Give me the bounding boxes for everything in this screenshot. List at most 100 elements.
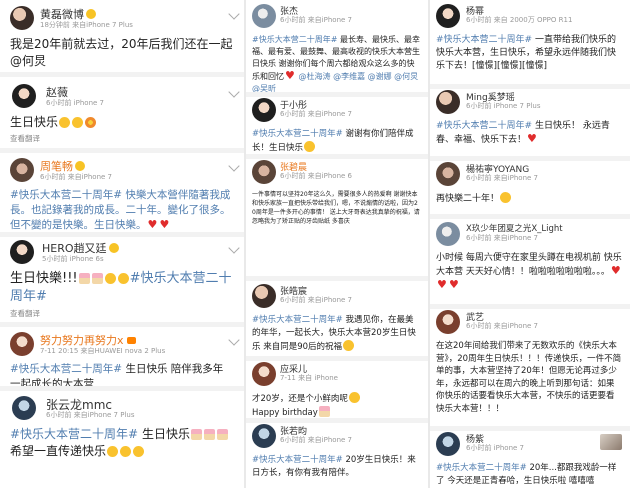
avatar[interactable] <box>252 424 276 448</box>
post-meta: 6小时前 来自iPhone 7 <box>466 234 538 242</box>
weibo-post[interactable]: 张云龙mmc 6小时前 来自iPhone 7 Plus #快乐大本营二十周年# … <box>0 394 244 460</box>
heart-icon <box>527 133 537 144</box>
weibo-post[interactable]: 张碧晨 6小时前 来自iPhone 6 一件事情可以坚持20年这么久，需要很多人… <box>246 158 428 226</box>
post-meta: 6小时前 来自iPhone 7 <box>466 174 538 182</box>
post-text: #快乐大本营二十周年# 谢谢有你们陪伴成长！生日快乐 <box>252 129 414 153</box>
divider <box>0 232 244 237</box>
verified-badge-icon <box>108 243 119 253</box>
post-meta: 6小时前 来自iPhone 7 <box>280 436 352 444</box>
cake-icon <box>216 429 228 440</box>
avatar[interactable] <box>252 284 276 308</box>
post-text: 才20岁，还是个小鲜肉呢 Happy birthday <box>246 390 428 420</box>
avatar[interactable] <box>12 396 36 420</box>
avatar[interactable] <box>10 240 34 264</box>
weibo-post[interactable]: 张杰 6小时前 来自iPhone 7 #快乐大本营二十周年# 最长寿、最快乐、最… <box>246 2 428 95</box>
post-text: 生日快樂!!! #快乐大本营二十周年# <box>10 271 232 304</box>
post-meta: 6小时前 来自iPhone 7 <box>280 296 352 304</box>
avatar[interactable] <box>436 432 460 456</box>
post-meta: 7-11 20:15 来自HUAWEI nova 2 Plus <box>40 347 166 355</box>
post-meta: 6小时前 来自iPhone 7 <box>40 173 112 181</box>
chevron-down-icon[interactable] <box>228 86 240 98</box>
avatar[interactable] <box>436 310 460 334</box>
weibo-post[interactable]: 黄磊微博 18分钟前 来自iPhone 7 Plus 我是20年前就去过，20年… <box>0 4 244 70</box>
post-meta: 6小时前 iPhone 7 <box>46 99 104 107</box>
divider <box>430 214 630 219</box>
weibo-post[interactable]: 杨紫 6小时前 iPhone 7 #快乐大本营二十周年# 20年...都跟我戏龄… <box>430 430 630 487</box>
translate-link[interactable]: 查看翻译 <box>0 306 244 319</box>
cake-icon <box>78 273 90 284</box>
post-meta: 6小时前 来自 2000万 OPPO R11 <box>466 16 573 24</box>
chevron-down-icon[interactable] <box>228 242 240 254</box>
post-meta: 6小时前 来自iPhone 7 <box>466 322 538 330</box>
weibo-post[interactable]: 努力努力再努力x 7-11 20:15 来自HUAWEI nova 2 Plus… <box>0 330 244 392</box>
cake-icon <box>91 273 103 284</box>
post-meta: 6小时前 iPhone 7 <box>466 444 524 452</box>
heart-icon <box>285 70 295 81</box>
avatar[interactable] <box>436 90 460 114</box>
weibo-post[interactable]: 张皓宸 6小时前 来自iPhone 7 #快乐大本营二十周年# 我遇见你，在最美… <box>246 282 428 354</box>
avatar[interactable] <box>10 6 34 30</box>
image-thumbnail[interactable] <box>600 434 622 450</box>
post-meta: 6小时前 来自iPhone 7 <box>280 110 352 118</box>
emoji-icon <box>304 141 316 152</box>
chevron-down-icon[interactable] <box>228 8 240 20</box>
weibo-post[interactable]: HERO趙又廷 5小时前 iPhone 6s 生日快樂!!! #快乐大本营二十周年… <box>0 238 244 319</box>
translate-link[interactable]: 查看翻译 <box>0 131 244 144</box>
divider <box>0 72 244 77</box>
emoji-icon <box>120 446 132 457</box>
cake-icon <box>203 429 215 440</box>
emoji-icon <box>59 117 71 128</box>
post-text: 再快樂二十年！ <box>430 190 630 206</box>
post-meta: 18分钟前 来自iPhone 7 Plus <box>40 21 133 29</box>
avatar[interactable] <box>10 158 34 182</box>
heart-icon <box>437 279 447 290</box>
chevron-down-icon[interactable] <box>228 334 240 346</box>
divider <box>0 322 244 327</box>
weibo-post[interactable]: 楊祐寧YOYANG 6小时前 来自iPhone 7 再快樂二十年！ <box>430 160 630 206</box>
avatar[interactable] <box>252 98 276 122</box>
post-text: #快乐大本营二十周年# 生日快乐！ 永远青春、幸福、快乐下去！ <box>430 118 630 147</box>
weibo-post[interactable]: X玖少年团夏之光X_Light 6小时前 来自iPhone 7 小时候 每周六便… <box>430 220 630 293</box>
weibo-post[interactable]: 应采儿 7-11 来自 iPhone 才20岁，还是个小鲜肉呢 Happy bir… <box>246 360 428 420</box>
divider <box>0 386 244 391</box>
emoji-icon <box>500 192 512 203</box>
post-text: 生日快乐 <box>0 112 244 131</box>
heart-icon <box>148 219 158 230</box>
post-text: #快乐大本营二十周年# 最长寿、最快乐、最幸福、最有爱、最鼓舞、最高收视的快乐大… <box>246 32 428 95</box>
avatar[interactable] <box>252 4 276 28</box>
avatar[interactable] <box>436 222 460 246</box>
post-text: 小时候 每周六便守在家里头蹲在电视机前 快乐大本营 天天好心情！！啦啦啦啦啦啦啦… <box>430 250 630 293</box>
vip-icon <box>126 337 136 344</box>
weibo-post[interactable]: 赵薇 6小时前 iPhone 7 生日快乐 查看翻译 <box>0 82 244 144</box>
avatar[interactable] <box>436 4 460 28</box>
divider <box>246 276 428 281</box>
emoji-icon <box>348 392 360 403</box>
weibo-post[interactable]: Ming奚梦瑶 6小时前 iPhone 7 Plus #快乐大本营二十周年# 生… <box>430 88 630 147</box>
post-meta: 7-11 来自 iPhone <box>280 374 338 382</box>
verified-badge-icon <box>86 9 96 19</box>
weibo-post[interactable]: 于小彤 6小时前 来自iPhone 7 #快乐大本营二十周年# 谢谢有你们陪伴成… <box>246 96 428 155</box>
weibo-post[interactable]: 武艺 6小时前 来自iPhone 7 在这20年间给我们带来了无数欢乐的《快乐大… <box>430 308 630 415</box>
weibo-post[interactable]: 杨幂 6小时前 来自 2000万 OPPO R11 #快乐大本营二十周年# 一直… <box>430 2 630 73</box>
post-text: 一件事情可以坚持20年这么久，需要很多人的热爱啊 谢谢快本和快乐家族一直把快乐带… <box>252 191 420 225</box>
avatar[interactable] <box>10 332 34 356</box>
post-text: #快乐大本营二十周年# 我遇见你，在最美的年华，一起长大，快乐大本营20岁生日快… <box>252 315 416 352</box>
avatar[interactable] <box>252 362 276 386</box>
chevron-down-icon[interactable] <box>228 160 240 172</box>
post-text: 我是20年前就去过，20年后我们还在一起 @何炅 <box>10 37 233 68</box>
cake-icon <box>190 429 202 440</box>
divider <box>0 148 244 153</box>
column-1: 黄磊微博 18分钟前 来自iPhone 7 Plus 我是20年前就去过，20年… <box>0 0 244 488</box>
emoji-icon <box>104 273 116 284</box>
avatar[interactable] <box>436 162 460 186</box>
weibo-post[interactable]: 张若昀 6小时前 来自iPhone 7 #快乐大本营二十周年# 20岁生日快乐！… <box>246 422 428 480</box>
cake-icon <box>318 406 330 417</box>
post-text: #快乐大本营二十周年# 快樂大本營伴隨著我成長。也記錄著我的成長。二十年。變化了… <box>0 186 244 233</box>
post-meta: 6小时前 iPhone 7 Plus <box>466 102 541 110</box>
avatar[interactable] <box>252 160 276 184</box>
avatar[interactable] <box>12 84 36 108</box>
weibo-post[interactable]: 周笔畅 6小时前 来自iPhone 7 #快乐大本营二十周年# 快樂大本營伴隨著… <box>0 156 244 233</box>
post-text: #快乐大本营二十周年# 一直带给我们快乐的快乐大本营，生日快乐，希望永远伴随我们… <box>436 35 617 71</box>
heart-icon <box>449 279 459 290</box>
column-3: 杨幂 6小时前 来自 2000万 OPPO R11 #快乐大本营二十周年# 一直… <box>430 0 630 488</box>
